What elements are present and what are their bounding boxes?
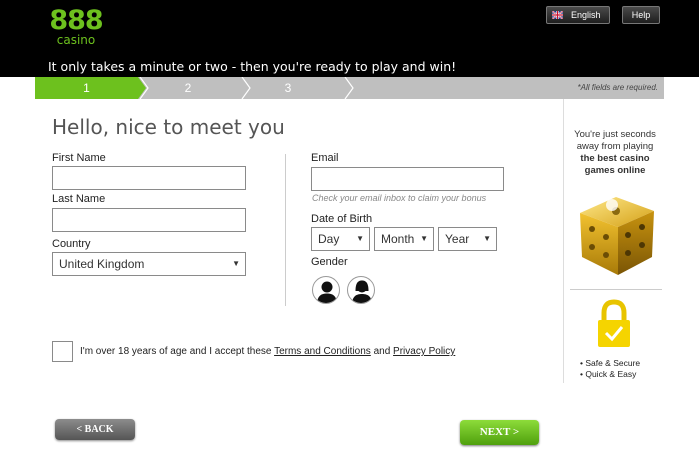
sidebar-promo: You're just seconds away from playing th… [563,99,664,383]
language-button[interactable]: English [546,6,610,24]
promo-line1: You're just seconds away from playing [574,129,656,152]
gold-dice-icon [580,197,654,275]
chevron-down-icon: ▼ [420,234,428,243]
privacy-link[interactable]: Privacy Policy [393,346,455,357]
email-label: Email [311,152,339,164]
dob-year-select[interactable]: Year ▼ [438,227,497,251]
required-note: *All fields are required. [577,83,658,92]
terms-link[interactable]: Terms and Conditions [274,346,371,357]
first-name-label: First Name [52,152,106,164]
step-3: 3 [284,81,292,95]
dob-month-value: Month [381,232,415,246]
back-button[interactable]: < BACK [55,419,135,440]
page-title: Hello, nice to meet you [52,115,285,139]
uk-flag-icon [552,11,563,19]
dob-day-select[interactable]: Day ▼ [311,227,370,251]
logo[interactable]: 888 casino [46,6,106,52]
feature-safe: • Safe & Secure [580,358,641,368]
consent-prefix: I'm over 18 years of age and I accept th… [80,346,272,357]
dob-month-select[interactable]: Month ▼ [374,227,434,251]
age-consent-checkbox[interactable] [52,341,73,362]
male-icon [317,281,337,303]
chevron-down-icon: ▼ [483,234,491,243]
promo-line2: the best casino games online [580,153,650,176]
next-button[interactable]: NEXT > [460,420,539,445]
progress-steps: 1 2 3 *All fields are required. [35,77,664,99]
header: 888 casino It only takes a minute or two… [0,0,699,77]
dob-day-value: Day [318,232,340,246]
sidebar-divider [570,289,662,290]
logo-number: 888 [49,5,103,36]
last-name-field[interactable] [52,208,246,232]
chevron-down-icon: ▼ [356,234,364,243]
female-icon [352,280,372,303]
consent-and: and [373,346,391,357]
tagline: It only takes a minute or two - then you… [48,59,457,74]
step-2: 2 [184,81,192,95]
step-1: 1 [35,77,138,99]
step-chevron-icon [344,77,354,99]
help-button[interactable]: Help [622,6,660,24]
dob-year-value: Year [445,232,470,246]
feature-quick: • Quick & Easy [580,369,637,379]
email-hint: Check your email inbox to claim your bon… [312,193,487,203]
chevron-down-icon: ▼ [232,259,240,268]
consent-text: I'm over 18 years of age and I accept th… [80,346,455,357]
padlock-icon [598,299,630,347]
email-field[interactable] [311,167,504,191]
gender-male-button[interactable] [312,276,340,304]
last-name-label: Last Name [52,193,106,205]
gender-female-button[interactable] [347,276,375,304]
promo-text: You're just seconds away from playing th… [568,129,662,177]
country-label: Country [52,238,91,250]
column-divider [285,154,286,306]
country-select[interactable]: United Kingdom ▼ [52,252,246,276]
first-name-field[interactable] [52,166,246,190]
dob-label: Date of Birth [311,213,373,225]
gender-label: Gender [311,256,348,268]
country-value: United Kingdom [59,257,145,271]
promo-features: • Safe & Secure • Quick & Easy [580,358,640,380]
language-label: English [571,10,601,20]
